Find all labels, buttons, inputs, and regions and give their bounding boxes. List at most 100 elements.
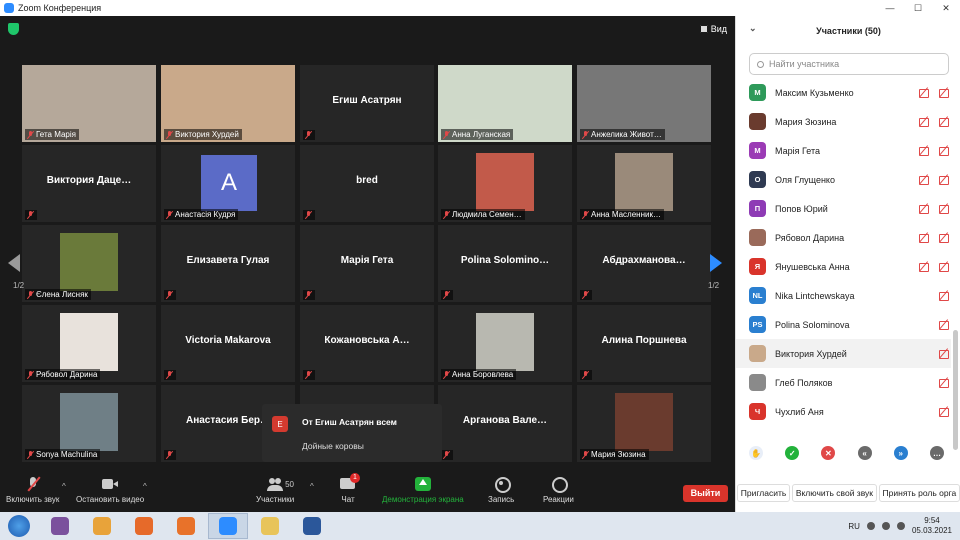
participant-avatar: М	[749, 84, 766, 101]
tile-name-label: Анна Луганская	[441, 129, 514, 140]
participant-tile[interactable]: Єлена Лисняк	[22, 225, 156, 302]
record-button[interactable]: Запись	[488, 477, 514, 504]
help-icon[interactable]	[866, 522, 875, 530]
microphone-muted-icon	[443, 210, 450, 219]
participant-row[interactable]: Ч Чухлиб Аня	[736, 397, 951, 426]
file-explorer-icon[interactable]	[250, 513, 290, 539]
participant-row[interactable]: О Оля Глущенко	[736, 165, 951, 194]
more-options-icon[interactable]: …	[929, 446, 944, 460]
participant-display-name: Виктория Даце…	[46, 175, 132, 186]
slower-icon[interactable]: «	[857, 446, 872, 460]
participant-tile[interactable]: Гета Марія	[22, 65, 156, 142]
tile-name-label: Людмила Семен…	[441, 209, 525, 220]
participant-tile[interactable]: Арганова Вале…	[438, 385, 572, 462]
participant-row[interactable]: NL Nika Lintchewskaya	[736, 281, 951, 310]
participant-tile[interactable]: Елизавета Гулая	[161, 225, 295, 302]
participant-tile[interactable]: Анна Луганская	[438, 65, 572, 142]
chat-notification-popup[interactable]: Е От Егиш Асатрян всем Дойные коровы	[262, 404, 442, 462]
participant-tile[interactable]: Рябовол Дарина	[22, 305, 156, 382]
participants-button[interactable]: 50 Участники	[256, 477, 294, 504]
participants-icon: 50	[267, 477, 294, 491]
participant-row[interactable]: Рябовол Дарина	[736, 223, 951, 252]
participant-tile[interactable]: Виктория Хурдей	[161, 65, 295, 142]
participant-tile[interactable]: Victoria Makarova	[161, 305, 295, 382]
microphone-muted-icon	[582, 450, 589, 459]
next-page-arrow-icon[interactable]	[710, 254, 722, 272]
participant-tile[interactable]: Polina Solomino…	[438, 225, 572, 302]
participant-row[interactable]: М Максим Кузьменко	[736, 78, 951, 107]
invite-button[interactable]: Пригласить	[736, 484, 791, 502]
faster-icon[interactable]: »	[893, 446, 908, 460]
window-controls: — ☐ ✕	[876, 0, 960, 16]
reactions-button[interactable]: Реакции	[543, 477, 574, 504]
participant-tile[interactable]: Людмила Семен…	[438, 145, 572, 222]
media-player-icon[interactable]	[124, 513, 164, 539]
zoom-icon[interactable]	[208, 513, 248, 539]
unmute-me-button[interactable]: Включить свой звук	[791, 484, 878, 502]
participants-options-caret-icon[interactable]: ^	[310, 482, 314, 491]
participant-search-input[interactable]: Найти участника	[749, 53, 949, 75]
participant-video	[60, 313, 118, 371]
stop-video-button[interactable]: Остановить видео	[76, 477, 144, 504]
network-icon[interactable]	[881, 522, 890, 530]
participant-tile[interactable]: Абдрахманова…	[577, 225, 711, 302]
chat-button[interactable]: 1 Чат	[340, 473, 360, 504]
tile-name-label	[303, 130, 315, 140]
participant-tile[interactable]: A Анастасія Кудря	[161, 145, 295, 222]
microphone-muted-icon	[918, 203, 929, 214]
word-icon[interactable]	[292, 513, 332, 539]
participant-tile[interactable]: Анна Масленник…	[577, 145, 711, 222]
participant-tile[interactable]: Кожановська А…	[300, 305, 434, 382]
leave-meeting-button[interactable]: Выйти	[683, 485, 728, 502]
firefox-icon[interactable]	[166, 513, 206, 539]
participant-tile[interactable]: Виктория Даце…	[22, 145, 156, 222]
yes-check-icon[interactable]: ✓	[785, 446, 800, 460]
participant-tile[interactable]: Анжелика Живот…	[577, 65, 711, 142]
view-button[interactable]: Вид	[699, 24, 727, 34]
share-screen-button[interactable]: Демонстрация экрана	[382, 477, 464, 504]
volume-icon[interactable]	[896, 522, 905, 530]
minimize-button[interactable]: —	[876, 0, 904, 16]
video-options-caret-icon[interactable]: ^	[143, 482, 147, 491]
claim-host-button[interactable]: Принять роль орга	[878, 484, 960, 502]
search-placeholder: Найти участника	[769, 59, 840, 69]
participant-tile[interactable]: Мария Зюзина	[577, 385, 711, 462]
chrome-icon[interactable]	[82, 513, 122, 539]
participant-tile[interactable]: Марія Гета	[300, 225, 434, 302]
audio-options-caret-icon[interactable]: ^	[62, 482, 66, 491]
participant-tile[interactable]: Sonya Machulina	[22, 385, 156, 462]
participant-row[interactable]: Виктория Хурдей	[736, 339, 951, 368]
raise-hand-icon[interactable]: ✋	[749, 446, 763, 460]
participant-tile[interactable]: Анна Боровлева	[438, 305, 572, 382]
taskbar-clock[interactable]: 9:54 05.03.2021	[912, 516, 952, 536]
participant-row[interactable]: Я Янушевська Анна	[736, 252, 951, 281]
close-button[interactable]: ✕	[932, 0, 960, 16]
no-cross-icon[interactable]: ✕	[821, 446, 836, 460]
participant-display-name: Victoria Makarova	[185, 335, 271, 346]
participant-row[interactable]: PS Polina Solominova	[736, 310, 951, 339]
participant-row[interactable]: Глеб Поляков	[736, 368, 951, 397]
participant-name: Рябовол Дарина	[775, 232, 845, 243]
participant-tile[interactable]: bred	[300, 145, 434, 222]
participant-tile[interactable]: Егиш Асатрян	[300, 65, 434, 142]
tile-name-label: Sonya Machulina	[25, 449, 101, 460]
app-glyph	[177, 517, 195, 535]
language-indicator[interactable]: RU	[848, 522, 860, 531]
previous-page-arrow-icon[interactable]	[8, 254, 20, 272]
collapse-panel-chevron-icon[interactable]: ⌄	[749, 23, 757, 34]
maximize-button[interactable]: ☐	[904, 0, 932, 16]
security-shield-icon[interactable]	[8, 23, 19, 35]
microphone-muted-icon	[305, 211, 312, 219]
tile-name-text: Анна Луганская	[452, 130, 511, 139]
participant-row[interactable]: Мария Зюзина	[736, 107, 951, 136]
participant-list-scrollbar[interactable]	[953, 330, 958, 450]
participant-tile[interactable]: Алина Поршнева	[577, 305, 711, 382]
unmute-button[interactable]: Включить звук	[6, 477, 59, 504]
tile-name-label: Анастасія Кудря	[164, 209, 239, 220]
participant-row[interactable]: П Попов Юрий	[736, 194, 951, 223]
microphone-muted-icon	[443, 370, 450, 379]
windows-start-button[interactable]	[8, 515, 30, 537]
participant-row[interactable]: М Марія Гета	[736, 136, 951, 165]
viber-icon[interactable]	[40, 513, 80, 539]
tile-name-label	[303, 290, 315, 300]
